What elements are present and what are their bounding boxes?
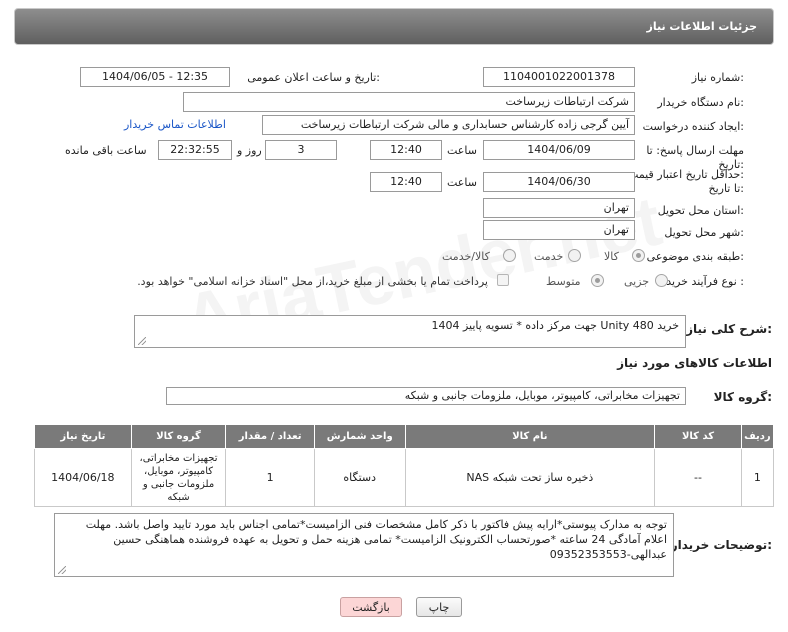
price-time-label: ساعت	[447, 176, 477, 189]
process-radio-medium[interactable]	[591, 274, 604, 287]
need-number-field: 1104001022001378	[483, 67, 635, 87]
remaining-time-field: 22:32:55	[158, 140, 232, 160]
category-option-service: خدمت	[534, 250, 564, 263]
buyer-notes-label: توضیحات خریدار:	[670, 538, 772, 552]
need-number-label: شماره نیاز:	[691, 71, 744, 84]
table-row: 1 -- ذخیره ساز تحت شبکه NAS دستگاه 1 تجه…	[34, 448, 775, 507]
price-date-field: 1404/06/30	[483, 172, 635, 192]
cell-row-number: 1	[740, 448, 775, 507]
category-radio-goods-service[interactable]	[503, 249, 516, 262]
goods-table: ردیف کد کالا نام کالا واحد شمارش تعداد /…	[34, 424, 775, 507]
announce-label: تاریخ و ساعت اعلان عمومی:	[247, 71, 380, 84]
header-quantity: تعداد / مقدار	[225, 424, 315, 449]
cell-need-date: 1404/06/18	[34, 448, 132, 507]
goods-group-field: تجهیزات مخابراتی، کامپیوتر، موبایل، ملزو…	[166, 387, 686, 405]
category-option-goods: کالا	[604, 250, 619, 263]
cell-item-name: ذخیره ساز تحت شبکه NAS	[404, 448, 656, 507]
reply-deadline-label: مهلت ارسال پاسخ: تا	[646, 144, 744, 157]
resize-grip-icon[interactable]	[58, 566, 66, 574]
page-title: جزئیات اطلاعات نیاز	[646, 20, 758, 33]
category-radio-service[interactable]	[568, 249, 581, 262]
remaining-time-label: ساعت باقی مانده	[65, 144, 147, 157]
header-item-name: نام کالا	[404, 424, 656, 449]
description-label: شرح کلی نیاز:	[686, 322, 772, 336]
reply-date-field: 1404/06/09	[483, 140, 635, 160]
header-row-number: ردیف	[740, 424, 775, 449]
back-button[interactable]: بازگشت	[340, 597, 402, 617]
category-radio-goods[interactable]	[632, 249, 645, 262]
process-option-minor: جزیی	[624, 275, 650, 288]
description-text: خرید Unity 480 جهت مرکز داده * تسویه پای…	[431, 319, 679, 332]
process-option-medium: متوسط	[546, 275, 581, 288]
buyer-notes-textarea[interactable]: توجه به مدارک پیوستی*ارایه پیش فاکتور با…	[54, 513, 674, 577]
price-validity-label: حداقل تاریخ اعتبار قیمت:	[628, 168, 744, 181]
buyer-org-field: شرکت ارتباطات زیرساخت	[183, 92, 635, 112]
print-button[interactable]: چاپ	[416, 597, 462, 617]
cell-item-code: --	[654, 448, 742, 507]
announce-field: 1404/06/05 - 12:35	[80, 67, 230, 87]
goods-group-label: گروه کالا:	[713, 390, 772, 404]
creator-field: آیین گرجی زاده کارشناس حسابداری و مالی ش…	[262, 115, 635, 135]
buyer-org-label: نام دستگاه خریدار:	[657, 96, 744, 109]
resize-grip-icon[interactable]	[138, 337, 146, 345]
category-option-goods-service: کالا/خدمت	[442, 250, 490, 263]
reply-time-field: 12:40	[370, 140, 442, 160]
description-textarea[interactable]: خرید Unity 480 جهت مرکز داده * تسویه پای…	[134, 315, 686, 348]
header-unit: واحد شمارش	[313, 424, 406, 449]
header-item-code: کد کالا	[654, 424, 742, 449]
province-field: تهران	[483, 198, 635, 218]
province-label: استان محل تحویل:	[657, 204, 744, 217]
goods-info-title: اطلاعات کالاهای مورد نیاز	[617, 356, 772, 370]
header-need-date: تاریخ نیاز	[34, 424, 132, 449]
table-header-row: ردیف کد کالا نام کالا واحد شمارش تعداد /…	[34, 424, 775, 449]
process-label: نوع فرآیند خرید :	[666, 275, 744, 288]
city-field: تهران	[483, 220, 635, 240]
category-label: طبقه بندی موضوعی:	[646, 250, 744, 263]
reply-time-label: ساعت	[447, 144, 477, 157]
city-label: شهر محل تحویل:	[664, 226, 744, 239]
days-label: روز و	[237, 144, 262, 157]
creator-label: ایجاد کننده درخواست:	[642, 120, 744, 133]
price-validity-label-2: تا تاریخ:	[708, 182, 744, 195]
days-remaining-field: 3	[265, 140, 337, 160]
cell-unit: دستگاه	[313, 448, 406, 507]
cell-goods-group: تجهیزات مخابراتی، کامپیوتر، موبایل، ملزو…	[130, 448, 227, 507]
header-bar: جزئیات اطلاعات نیاز	[14, 8, 774, 45]
process-radio-minor[interactable]	[655, 274, 668, 287]
treasury-checkbox[interactable]	[497, 274, 509, 286]
header-goods-group: گروه کالا	[130, 424, 227, 449]
buyer-notes-text: توجه به مدارک پیوستی*ارایه پیش فاکتور با…	[85, 518, 667, 561]
contact-info-link[interactable]: اطلاعات تماس خریدار	[124, 118, 226, 131]
cell-quantity: 1	[225, 448, 315, 507]
treasury-text: پرداخت تمام یا بخشی از مبلغ خرید،از محل …	[137, 275, 488, 288]
price-time-field: 12:40	[370, 172, 442, 192]
